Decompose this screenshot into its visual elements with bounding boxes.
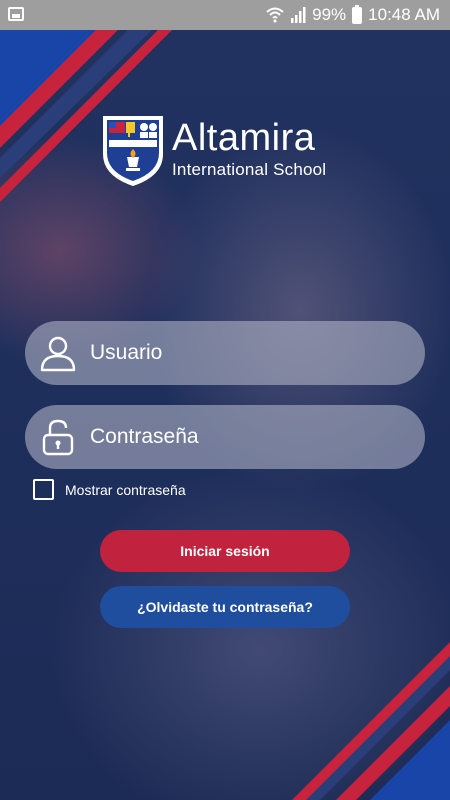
login-button[interactable]: Iniciar sesión — [100, 530, 350, 572]
username-input[interactable] — [90, 341, 390, 365]
wifi-icon — [266, 7, 284, 23]
image-icon — [8, 7, 24, 21]
status-bar-right: 99% 10:48 AM — [266, 0, 440, 30]
battery-icon — [352, 4, 363, 24]
school-crest-icon — [103, 116, 163, 186]
battery-percent: 99% — [312, 5, 347, 24]
logo-text: Altamira International School — [172, 118, 326, 180]
signal-icon — [291, 7, 306, 23]
password-field[interactable] — [25, 405, 425, 469]
forgot-password-button[interactable]: ¿Olvidaste tu contraseña? — [100, 586, 350, 628]
username-field[interactable] — [25, 321, 425, 385]
show-password-label: Mostrar contraseña — [65, 481, 186, 498]
clock: 10:48 AM — [368, 5, 440, 24]
show-password-checkbox[interactable] — [33, 479, 54, 500]
user-icon — [40, 336, 76, 372]
logo-title: Altamira — [172, 117, 316, 159]
status-bar: 99% 10:48 AM — [0, 0, 450, 30]
lock-icon — [42, 419, 74, 456]
show-password-option[interactable]: Mostrar contraseña — [33, 479, 186, 500]
password-input[interactable] — [90, 425, 390, 449]
school-logo: Altamira International School — [100, 112, 326, 188]
logo-subtitle: International School — [172, 160, 327, 179]
